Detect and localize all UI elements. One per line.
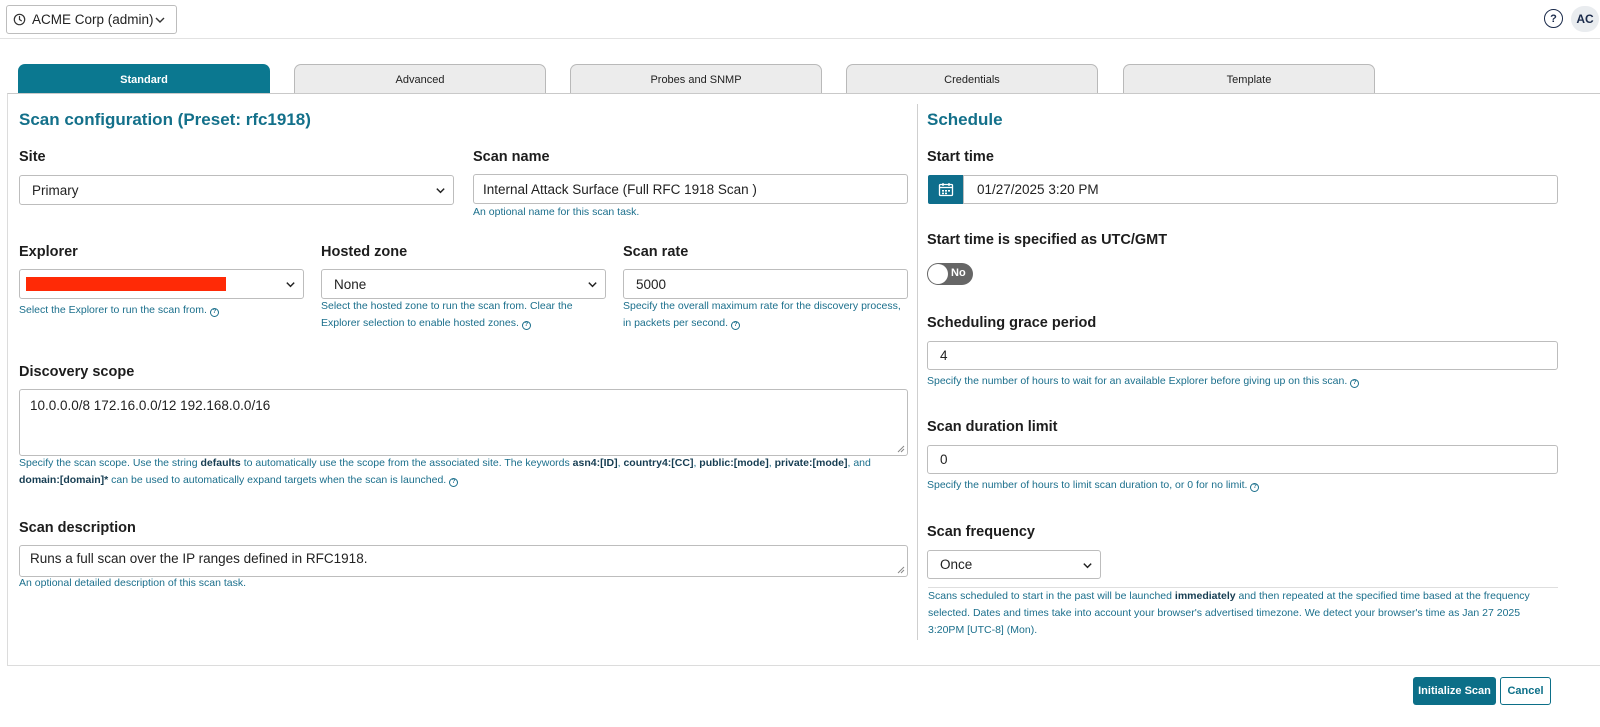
- scan-description-help: An optional detailed description of this…: [19, 577, 247, 589]
- duration-limit-input[interactable]: 0: [927, 445, 1558, 474]
- utc-toggle[interactable]: No: [927, 263, 973, 285]
- explorer-label: Explorer: [19, 244, 78, 260]
- schedule-title: Schedule: [927, 110, 1003, 129]
- hosted-zone-label: Hosted zone: [321, 244, 408, 260]
- scan-name-help: An optional name for this scan task.: [473, 206, 640, 218]
- info-icon[interactable]: ?: [1350, 379, 1360, 388]
- duration-limit-label: Scan duration limit: [927, 419, 1058, 435]
- schedule-note-emphasis: immediately: [1174, 590, 1236, 602]
- scan-rate-help-line2: in packets per second.: [623, 317, 729, 329]
- scan-description-value: Runs a full scan over the IP ranges defi…: [30, 551, 368, 566]
- scan-description-label: Scan description: [19, 520, 136, 536]
- tab-template[interactable]: Template: [1123, 64, 1375, 94]
- scan-description-textarea[interactable]: Runs a full scan over the IP ranges defi…: [19, 545, 908, 577]
- explorer-help: Select the Explorer to run the scan from…: [19, 302, 219, 319]
- grace-period-input[interactable]: 4: [927, 341, 1558, 370]
- duration-limit-help: Specify the number of hours to limit sca…: [927, 477, 1260, 494]
- explorer-select[interactable]: [19, 269, 304, 299]
- scan-rate-input[interactable]: 5000: [623, 269, 908, 299]
- utc-toggle-text: No: [951, 267, 966, 279]
- start-time-label: Start time: [927, 149, 994, 165]
- site-select-value: Primary: [32, 182, 79, 198]
- keyword-defaults: defaults: [200, 457, 241, 469]
- scan-rate-label: Scan rate: [623, 244, 689, 260]
- keyword-country4: country4:[CC]: [623, 457, 694, 469]
- resize-grip-icon[interactable]: [897, 566, 905, 574]
- info-icon[interactable]: ?: [449, 478, 459, 487]
- discovery-scope-value: 10.0.0.0/8 172.16.0.0/12 192.168.0.0/16: [30, 398, 271, 413]
- org-selector[interactable]: ACME Corp (admin): [6, 5, 177, 34]
- schedule-note-line3: 3:20PM [UTC-8] (Mon).: [928, 624, 1038, 636]
- scope-help-text: to automatically use the scope from the …: [240, 457, 573, 469]
- scan-name-label: Scan name: [473, 149, 550, 165]
- keyword-asn4: asn4:[ID]: [572, 457, 618, 469]
- chevron-down-icon: [155, 17, 165, 23]
- cancel-button[interactable]: Cancel: [1500, 677, 1551, 705]
- tab-standard[interactable]: Standard: [18, 64, 270, 94]
- duration-limit-value: 0: [940, 452, 948, 467]
- scan-name-value: Internal Attack Surface (Full RFC 1918 S…: [483, 181, 757, 197]
- keyword-public: public:[mode]: [699, 457, 769, 469]
- scope-help-text: can be used to automatically expand targ…: [108, 474, 447, 486]
- keyword-private: private:[mode]: [774, 457, 848, 469]
- tab-advanced[interactable]: Advanced: [294, 64, 546, 94]
- hosted-zone-select[interactable]: None: [321, 269, 606, 299]
- resize-grip-icon[interactable]: [897, 445, 905, 453]
- org-selector-label: ACME Corp (admin): [32, 12, 154, 27]
- scan-rate-value: 5000: [636, 276, 667, 292]
- grace-period-help: Specify the number of hours to wait for …: [927, 373, 1360, 390]
- column-divider: [917, 104, 918, 640]
- discovery-scope-textarea[interactable]: 10.0.0.0/8 172.16.0.0/12 192.168.0.0/16: [19, 389, 908, 456]
- frequency-label: Scan frequency: [927, 524, 1035, 540]
- frequency-value: Once: [940, 557, 973, 572]
- scan-name-input[interactable]: Internal Attack Surface (Full RFC 1918 S…: [473, 174, 908, 204]
- scan-config-title: Scan configuration (Preset: rfc1918): [19, 110, 311, 129]
- start-time-input[interactable]: 01/27/2025 3:20 PM: [963, 175, 1558, 204]
- site-select[interactable]: Primary: [19, 175, 454, 205]
- clock-icon: [13, 13, 26, 26]
- redacted-explorer-value: [26, 277, 226, 291]
- keyword-domain: domain:[domain]*: [19, 474, 109, 486]
- tab-probes-and-snmp[interactable]: Probes and SNMP: [570, 64, 822, 94]
- calendar-button[interactable]: [928, 175, 964, 204]
- hosted-zone-value: None: [334, 276, 367, 292]
- schedule-note-text: and then repeated at the specified time …: [1235, 590, 1530, 602]
- schedule-note-text: Scans scheduled to start in the past wil…: [928, 590, 1175, 602]
- frequency-select[interactable]: Once: [927, 550, 1101, 579]
- avatar[interactable]: AC: [1571, 6, 1599, 32]
- hosted-zone-help-line1: Select the hosted zone to run the scan f…: [321, 300, 573, 312]
- chevron-down-icon: [588, 282, 597, 288]
- chevron-down-icon: [286, 282, 295, 288]
- schedule-note: Scans scheduled to start in the past wil…: [928, 588, 1568, 639]
- info-icon[interactable]: ?: [1250, 483, 1260, 492]
- scan-rate-help-line1: Specify the overall maximum rate for the…: [623, 300, 901, 312]
- duration-limit-help-text: Specify the number of hours to limit sca…: [927, 479, 1248, 491]
- grace-period-value: 4: [940, 348, 948, 363]
- grace-period-help-text: Specify the number of hours to wait for …: [927, 375, 1348, 387]
- tab-credentials[interactable]: Credentials: [846, 64, 1098, 94]
- start-time-value: 01/27/2025 3:20 PM: [977, 182, 1099, 197]
- calendar-icon: [938, 183, 954, 197]
- scan-rate-help: Specify the overall maximum rate for the…: [623, 298, 901, 332]
- initialize-scan-button[interactable]: Initialize Scan: [1413, 677, 1496, 705]
- site-label: Site: [19, 149, 46, 165]
- info-icon[interactable]: ?: [209, 308, 219, 317]
- toggle-knob: [928, 264, 948, 284]
- chevron-down-icon: [436, 188, 445, 194]
- scope-help-text: Specify the scan scope. Use the string: [19, 457, 201, 469]
- scope-help-separator: , and: [847, 457, 871, 469]
- schedule-note-line2: selected. Dates and times take into acco…: [928, 607, 1521, 619]
- top-bar: ACME Corp (admin) ? AC: [0, 0, 1600, 39]
- chevron-down-icon: [1083, 563, 1092, 569]
- info-icon[interactable]: ?: [521, 321, 531, 330]
- explorer-help-text: Select the Explorer to run the scan from…: [19, 304, 207, 316]
- hosted-zone-help-line2: Explorer selection to enable hosted zone…: [321, 317, 519, 329]
- hosted-zone-help: Select the hosted zone to run the scan f…: [321, 298, 573, 332]
- discovery-scope-label: Discovery scope: [19, 364, 135, 380]
- grace-period-label: Scheduling grace period: [927, 315, 1097, 331]
- discovery-scope-help: Specify the scan scope. Use the string d…: [19, 455, 909, 489]
- help-icon[interactable]: ?: [1544, 9, 1563, 28]
- utc-label: Start time is specified as UTC/GMT: [927, 232, 1168, 248]
- info-icon[interactable]: ?: [731, 321, 741, 330]
